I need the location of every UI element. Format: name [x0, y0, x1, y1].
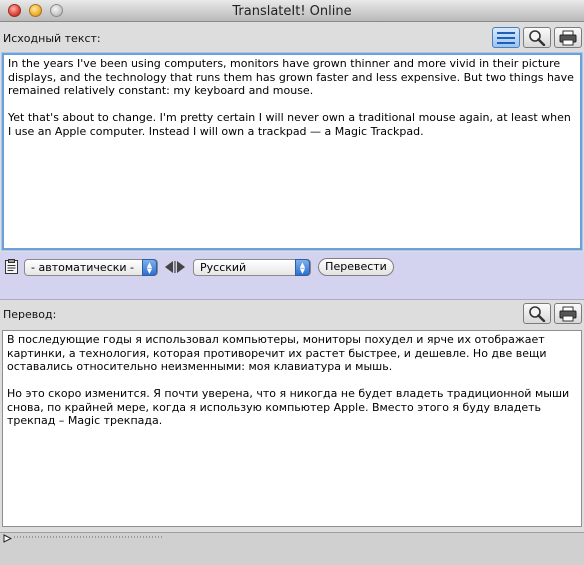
translate-button[interactable]: Перевести: [318, 258, 394, 276]
translation-text-area[interactable]: В последующие годы я использовал компьют…: [2, 330, 582, 527]
status-bar: [0, 532, 584, 565]
play-icon: [3, 534, 13, 543]
target-language-select[interactable]: Русский ▲ ▼: [193, 259, 311, 276]
target-language-value: Русский: [200, 261, 247, 274]
magnifier-icon: [529, 306, 546, 322]
translation-controls-bar: - автоматически - ▲ ▼ Русский ▲ ▼ Перевест…: [0, 252, 584, 300]
translation-print-button[interactable]: [554, 303, 582, 324]
list-view-button[interactable]: [492, 27, 520, 48]
source-language-value: - автоматически -: [31, 261, 134, 274]
clipboard-button[interactable]: [5, 259, 18, 274]
window-titlebar[interactable]: TranslateIt! Online: [0, 0, 584, 22]
source-language-select[interactable]: - автоматически - ▲ ▼: [24, 259, 158, 276]
chevron-updown-icon: ▲ ▼: [142, 259, 157, 276]
window-title: TranslateIt! Online: [232, 4, 352, 19]
clipboard-icon: [5, 259, 18, 274]
translation-panel: Перевод: В последующие годы я использова…: [0, 300, 584, 532]
printer-icon: [559, 30, 577, 45]
play-button[interactable]: [3, 533, 13, 543]
source-print-button[interactable]: [554, 27, 582, 48]
source-zoom-button[interactable]: [523, 27, 551, 48]
swap-arrows-icon: [165, 261, 185, 273]
list-icon: [497, 31, 515, 44]
translation-label: Перевод:: [3, 308, 57, 321]
source-panel: Исходный текст: In the years I've been u…: [0, 22, 584, 252]
source-text-label: Исходный текст:: [3, 32, 101, 45]
source-text-area[interactable]: In the years I've been using computers, …: [2, 53, 582, 250]
printer-icon: [559, 306, 577, 321]
chevron-updown-icon: ▲ ▼: [295, 259, 310, 276]
translation-zoom-button[interactable]: [523, 303, 551, 324]
magnifier-icon: [529, 30, 546, 46]
swap-languages-button[interactable]: [164, 260, 186, 274]
progress-track: [14, 536, 164, 538]
